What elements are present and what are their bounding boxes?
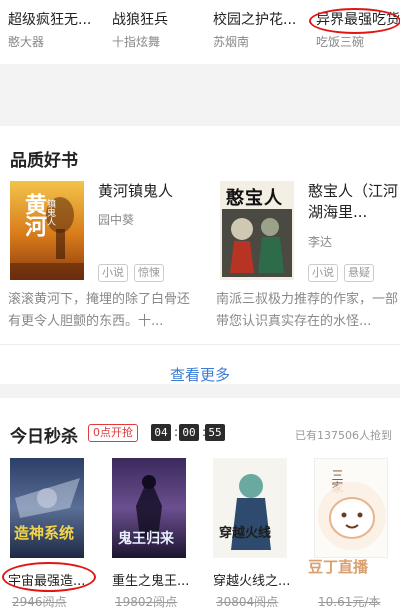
flash-book-title[interactable]: 宇宙最强造... xyxy=(8,570,85,589)
section-title: 今日秒杀 xyxy=(10,427,78,447)
top-book-item[interactable]: 战狼狂兵 十指炫舞 xyxy=(112,10,208,51)
timer-colon: : xyxy=(174,425,179,439)
top-book-item[interactable]: 异界最强吃货 吃饭三碗 xyxy=(316,10,400,51)
book-cover-title: 鬼王归来 xyxy=(118,531,174,547)
book-cover[interactable]: 憨宝人 xyxy=(220,181,294,280)
book-description: 南派三叔极力推荐的作家，一部带您认识真实存在的水怪... xyxy=(216,292,398,329)
book-cover[interactable]: 黄河 镇鬼人 xyxy=(10,181,84,280)
flash-book-price: 2946阅点 xyxy=(12,595,67,609)
book-tag[interactable]: 小说 xyxy=(98,264,128,282)
book-cover-art xyxy=(231,474,271,550)
top-book-item[interactable]: 校园之护花... 苏烟南 xyxy=(213,10,309,51)
book-description: 滚滚黄河下，掩埋的除了白骨还有更令人胆颤的东西。十... xyxy=(8,292,190,329)
timer-hours: 04 xyxy=(151,424,171,441)
top-book-row: 超级疯狂无... 憨大器 战狼狂兵 十指炫舞 校园之护花... 苏烟南 异界最强… xyxy=(0,0,400,64)
top-book-author: 苏烟南 xyxy=(213,35,250,49)
top-book-author: 憨大器 xyxy=(8,35,45,49)
book-cover-title: 造神系统 xyxy=(14,524,75,542)
book-cover-art xyxy=(15,478,80,518)
watermark-logo: 豆丁直播 xyxy=(302,470,400,580)
top-book-author: 十指炫舞 xyxy=(112,35,161,49)
divider xyxy=(0,344,400,345)
book-cover[interactable]: 造神系统 xyxy=(10,458,84,558)
watermark-text: 豆丁直播 xyxy=(308,558,369,576)
book-tag[interactable]: 惊悚 xyxy=(134,264,164,282)
book-cover[interactable]: 穿越火线 xyxy=(213,458,287,558)
top-book-title: 异界最强吃货 xyxy=(316,12,400,28)
flash-book-title[interactable]: 穿越火线之... xyxy=(213,570,290,589)
flash-sale-badge: 0点开抢 xyxy=(88,424,138,442)
top-book-author: 吃饭三碗 xyxy=(316,35,365,49)
flash-book-price: 30804阅点 xyxy=(216,595,279,609)
book-title[interactable]: 憨宝人（江河湖海里... xyxy=(308,181,398,223)
book-author: 李达 xyxy=(308,235,333,249)
book-cover-title: 穿越火线 xyxy=(219,526,272,541)
flash-book-price: 10.61元/本 xyxy=(318,595,381,609)
book-tag[interactable]: 小说 xyxy=(308,264,338,282)
book-author: 园中葵 xyxy=(98,213,135,227)
top-book-title: 战狼狂兵 xyxy=(112,12,168,28)
section-title: 品质好书 xyxy=(10,151,78,171)
book-title[interactable]: 黄河镇鬼人 xyxy=(98,181,198,202)
quality-books-section: 品质好书 黄河 镇鬼人 黄河镇鬼人 园中葵 小说 惊悚 憨宝人 憨宝人（江河湖海… xyxy=(0,126,400,384)
timer-seconds: 55 xyxy=(205,424,225,441)
book-tag[interactable]: 悬疑 xyxy=(344,264,374,282)
top-book-title: 校园之护花... xyxy=(213,12,297,28)
flash-book-price: 19802阅点 xyxy=(115,595,178,609)
grabbed-count: 已有137506人抢到 xyxy=(295,429,392,442)
see-more-link[interactable]: 查看更多 xyxy=(0,364,400,385)
flash-book-title[interactable]: 重生之鬼王... xyxy=(112,570,189,589)
book-cover-art xyxy=(222,209,292,277)
book-cover-subtitle: 镇鬼人 xyxy=(45,199,55,226)
top-book-title: 超级疯狂无... xyxy=(8,12,92,28)
book-cover[interactable]: 鬼王归来 xyxy=(112,458,186,558)
top-book-item[interactable]: 超级疯狂无... 憨大器 xyxy=(8,10,104,51)
timer-minutes: 00 xyxy=(179,424,199,441)
